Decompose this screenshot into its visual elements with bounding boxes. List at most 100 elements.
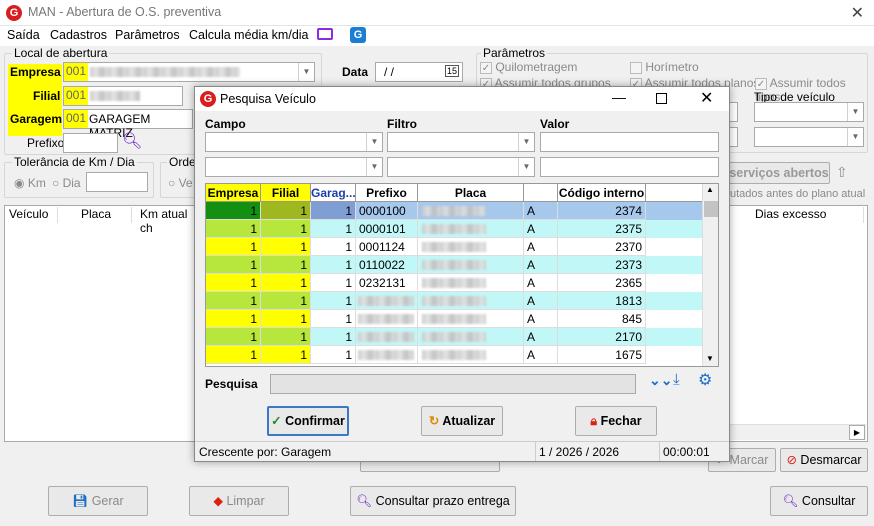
menu-parametros[interactable]: Parâmetros: [115, 28, 180, 42]
col-placa[interactable]: Placa: [418, 184, 524, 202]
valor-input-2[interactable]: [540, 157, 719, 177]
chevron-up-icon[interactable]: ▲: [706, 185, 714, 194]
menu-cadastros[interactable]: Cadastros: [50, 28, 107, 42]
close-icon[interactable]: ✕: [700, 88, 713, 108]
cell-placa[interactable]: [418, 346, 524, 364]
cell-empresa[interactable]: 1: [206, 346, 261, 364]
cell-placa[interactable]: [418, 328, 524, 346]
col-placa[interactable]: Placa: [78, 207, 132, 223]
cell-prefixo[interactable]: 0232131: [356, 274, 418, 292]
cell-garagem[interactable]: 1: [311, 274, 356, 292]
vertical-scrollbar[interactable]: ▲ ▼: [702, 184, 718, 366]
limpar-button[interactable]: ◆ Limpar: [189, 486, 289, 516]
campo-select-2[interactable]: ▼: [205, 157, 383, 177]
horimetro-checkbox[interactable]: Horímetro: [630, 60, 699, 74]
gear-icon[interactable]: ⚙: [698, 370, 712, 390]
cell-codigo[interactable]: 2365: [558, 274, 646, 292]
col-dias-excesso[interactable]: Dias excesso: [752, 207, 864, 223]
valor-input-1[interactable]: [540, 132, 719, 152]
dia-radio[interactable]: ○ Dia: [52, 176, 81, 190]
cell-flag[interactable]: A: [524, 220, 558, 238]
cell-garagem[interactable]: 1: [311, 256, 356, 274]
servicos-abertos-button[interactable]: serviços abertos: [728, 162, 830, 184]
cell-prefixo[interactable]: 0001124: [356, 238, 418, 256]
veiculos-grid[interactable]: Empresa Filial Garag... Prefixo Placa Có…: [205, 183, 719, 367]
consultar-prazo-button[interactable]: 🔍︎ Consultar prazo entrega: [350, 486, 516, 516]
cell-prefixo[interactable]: [356, 292, 418, 310]
cell-filial[interactable]: 1: [261, 292, 311, 310]
close-window-button[interactable]: ✕: [851, 3, 864, 23]
garagem-select[interactable]: 001 GARAGEM MATRIZ: [63, 109, 193, 140]
cell-prefixo[interactable]: [356, 346, 418, 364]
campo-select-1[interactable]: ▼: [205, 132, 383, 152]
cell-codigo[interactable]: 1675: [558, 346, 646, 364]
cell-codigo[interactable]: 845: [558, 310, 646, 328]
cell-garagem[interactable]: 1: [311, 328, 356, 346]
cell-flag[interactable]: A: [524, 328, 558, 346]
cell-placa[interactable]: [418, 256, 524, 274]
cell-placa[interactable]: [418, 310, 524, 328]
cell-codigo[interactable]: 2373: [558, 256, 646, 274]
monitor-icon[interactable]: [317, 28, 333, 40]
menu-calcula-media[interactable]: Calcula média km/dia: [189, 28, 309, 42]
cell-prefixo[interactable]: 0000100: [356, 202, 418, 220]
horizontal-scrollbar[interactable]: ▶: [730, 424, 866, 440]
pesquisa-input[interactable]: [270, 374, 636, 394]
minimize-icon[interactable]: —: [612, 89, 626, 105]
cell-garagem[interactable]: 1: [311, 202, 356, 220]
data-input[interactable]: / / 15: [375, 62, 463, 82]
ordem-radio[interactable]: ○ Ve: [168, 176, 193, 190]
atualizar-button[interactable]: ↻ Atualizar: [421, 406, 503, 436]
filial-select[interactable]: 001: [63, 86, 183, 106]
cell-filial[interactable]: 1: [261, 202, 311, 220]
gerar-button[interactable]: 💾︎ Gerar: [48, 486, 148, 516]
cell-filial[interactable]: 1: [261, 238, 311, 256]
cell-empresa[interactable]: 1: [206, 328, 261, 346]
cell-filial[interactable]: 1: [261, 310, 311, 328]
col-prefixo[interactable]: Prefixo: [356, 184, 418, 202]
cell-empresa[interactable]: 1: [206, 256, 261, 274]
cell-garagem[interactable]: 1: [311, 310, 356, 328]
quilometragem-checkbox[interactable]: Quilometragem: [480, 60, 577, 74]
cell-flag[interactable]: A: [524, 256, 558, 274]
col-veiculo[interactable]: Veículo: [6, 207, 58, 223]
double-chevron-down-icon[interactable]: ⌄⌄: [649, 372, 672, 389]
menu-saida[interactable]: Saída: [7, 28, 40, 42]
confirmar-button[interactable]: ✓ Confirmar: [267, 406, 349, 436]
cell-flag[interactable]: A: [524, 310, 558, 328]
cell-filial[interactable]: 1: [261, 256, 311, 274]
cell-garagem[interactable]: 1: [311, 292, 356, 310]
cell-garagem[interactable]: 1: [311, 238, 356, 256]
cell-flag[interactable]: A: [524, 238, 558, 256]
cell-placa[interactable]: [418, 220, 524, 238]
col-flag[interactable]: [524, 184, 558, 202]
scroll-thumb[interactable]: [704, 201, 718, 217]
cell-codigo[interactable]: 2375: [558, 220, 646, 238]
cell-empresa[interactable]: 1: [206, 238, 261, 256]
chevron-down-icon[interactable]: ▼: [706, 354, 714, 363]
search-icon[interactable]: 🔍︎: [122, 131, 142, 151]
cell-codigo[interactable]: 1813: [558, 292, 646, 310]
cell-filial[interactable]: 1: [261, 328, 311, 346]
cell-empresa[interactable]: 1: [206, 292, 261, 310]
chevron-down-icon[interactable]: ▼: [298, 63, 314, 81]
cell-placa[interactable]: [418, 238, 524, 256]
cell-codigo[interactable]: 2170: [558, 328, 646, 346]
filtro-select-2[interactable]: ▼: [387, 157, 535, 177]
tipo-veiculo-select[interactable]: ▼: [754, 102, 864, 122]
cell-filial[interactable]: 1: [261, 220, 311, 238]
col-codigo-interno[interactable]: Código interno: [558, 184, 646, 202]
prefixo-input[interactable]: [63, 133, 118, 153]
cell-empresa[interactable]: 1: [206, 202, 261, 220]
cell-empresa[interactable]: 1: [206, 274, 261, 292]
fechar-button[interactable]: 🔒︎ Fechar: [575, 406, 657, 436]
maximize-icon[interactable]: [656, 93, 667, 104]
cell-placa[interactable]: [418, 274, 524, 292]
cell-empresa[interactable]: 1: [206, 220, 261, 238]
cell-filial[interactable]: 1: [261, 346, 311, 364]
cell-codigo[interactable]: 2374: [558, 202, 646, 220]
cell-codigo[interactable]: 2370: [558, 238, 646, 256]
consultar-button[interactable]: 🔍︎ Consultar: [770, 486, 868, 516]
col-filial[interactable]: Filial: [261, 184, 311, 202]
calendar-icon[interactable]: 15: [444, 65, 459, 77]
